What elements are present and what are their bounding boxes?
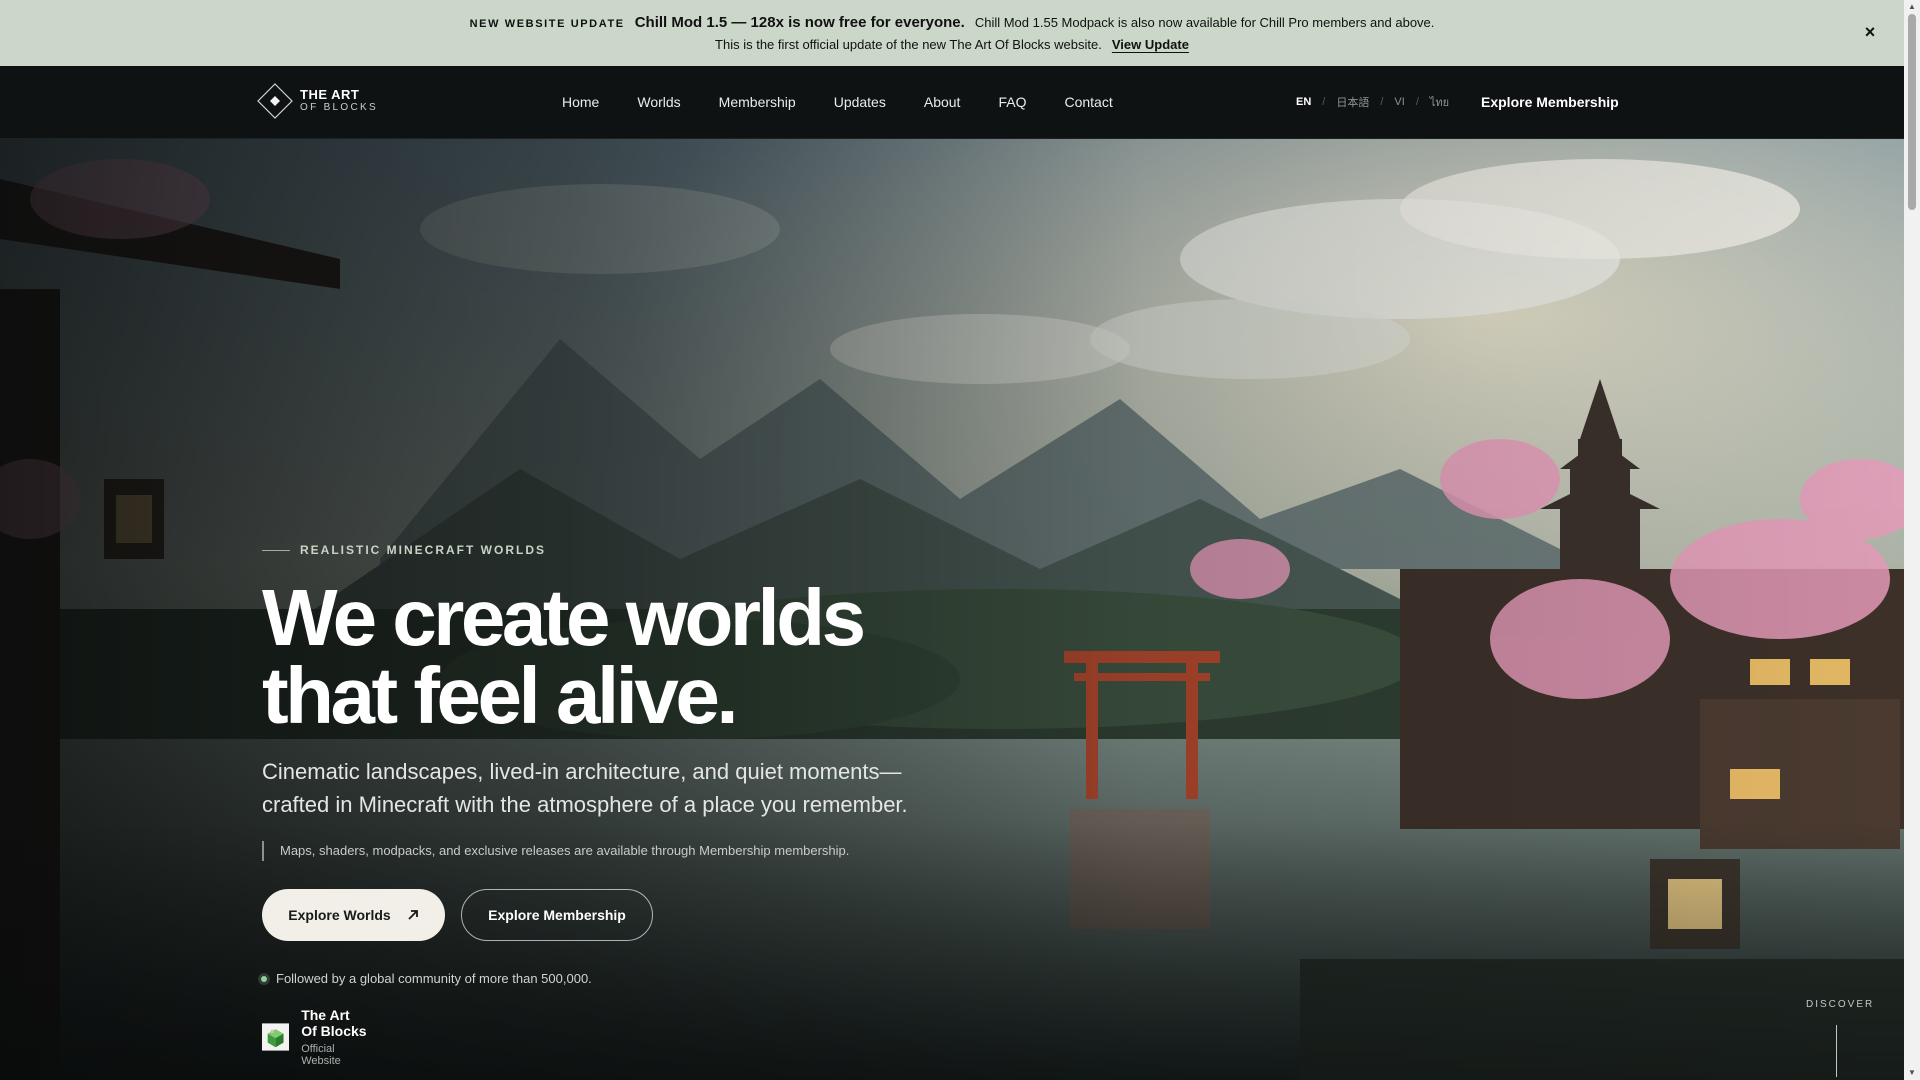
- hero-subtitle-line-1: Cinematic landscapes, lived-in architect…: [262, 759, 902, 784]
- hero-eyebrow: REALISTIC MINECRAFT WORLDS: [262, 543, 546, 557]
- arrow-up-right-icon: [408, 910, 418, 920]
- logo-line-1: THE ART: [300, 87, 360, 102]
- badge-subtitle: Official Website: [301, 1043, 341, 1067]
- announcement-row-2: This is the first official update of the…: [715, 37, 1189, 52]
- eyebrow-text: REALISTIC MINECRAFT WORLDS: [300, 543, 546, 557]
- community-stat: Followed by a global community of more t…: [258, 971, 592, 986]
- nav-item-updates[interactable]: Updates: [834, 94, 886, 110]
- lang-ja[interactable]: 日本語: [1336, 94, 1369, 110]
- announcement-tag: NEW WEBSITE UPDATE: [469, 18, 625, 30]
- nav-item-membership[interactable]: Membership: [719, 94, 796, 110]
- announcement-headline: Chill Mod 1.5 — 128x is now free for eve…: [634, 14, 965, 31]
- diamond-logo-icon: [257, 83, 293, 119]
- official-badge[interactable]: The Art Of Blocks Official Website: [262, 1007, 368, 1067]
- main-menu: Home Worlds Membership Updates About FAQ…: [562, 66, 1113, 138]
- lang-vi[interactable]: VI: [1394, 96, 1404, 108]
- membership-note: Maps, shaders, modpacks, and exclusive r…: [262, 841, 849, 861]
- explore-worlds-label: Explore Worlds: [288, 907, 391, 923]
- site-logo[interactable]: THE ART OF BLOCKS: [256, 82, 378, 120]
- nav-item-about[interactable]: About: [924, 94, 961, 110]
- logo-text: THE ART OF BLOCKS: [300, 88, 378, 114]
- lang-separator: /: [1415, 96, 1419, 108]
- scrollbar-thumb[interactable]: [1908, 14, 1916, 210]
- navbar: THE ART OF BLOCKS Home Worlds Membership…: [0, 66, 1904, 139]
- nav-item-contact[interactable]: Contact: [1064, 94, 1112, 110]
- nav-item-faq[interactable]: FAQ: [998, 94, 1026, 110]
- lang-th[interactable]: ไทย: [1430, 93, 1449, 111]
- badge-text: The Art Of Blocks Official Website: [301, 1007, 368, 1067]
- hero-title-line-2: that feel alive.: [262, 651, 739, 740]
- explore-worlds-button[interactable]: Explore Worlds: [262, 889, 445, 941]
- lang-separator: /: [1322, 96, 1326, 108]
- page-scrollbar[interactable]: ▲ ▼: [1904, 0, 1920, 1080]
- badge-title: The Art Of Blocks: [301, 1007, 367, 1039]
- logo-line-2: OF BLOCKS: [300, 102, 378, 113]
- lang-separator: /: [1380, 96, 1384, 108]
- community-text: Followed by a global community of more t…: [276, 971, 592, 986]
- eyebrow-line: [262, 549, 290, 551]
- announcement-line-2: This is the first official update of the…: [715, 37, 1102, 52]
- nav-explore-membership-button[interactable]: Explore Membership: [1481, 66, 1619, 138]
- scroll-up-icon[interactable]: ▲: [1904, 0, 1920, 14]
- hero-title: We create worlds that feel alive.: [262, 573, 962, 740]
- online-dot-icon: [258, 972, 270, 985]
- hero-subtitle: Cinematic landscapes, lived-in architect…: [262, 755, 982, 821]
- announcement-row-1: NEW WEBSITE UPDATE Chill Mod 1.5 — 128x …: [470, 14, 1435, 31]
- hero-subtitle-line-2: crafted in Minecraft with the atmosphere…: [262, 792, 908, 817]
- block-thumbnail-icon: [262, 1023, 290, 1051]
- nav-item-home[interactable]: Home: [562, 94, 599, 110]
- nav-item-worlds[interactable]: Worlds: [637, 94, 680, 110]
- close-icon[interactable]: ×: [1862, 23, 1878, 41]
- hero-section: REALISTIC MINECRAFT WORLDS We create wor…: [0, 139, 1904, 1080]
- hero-title-line-1: We create worlds: [262, 573, 866, 662]
- language-switcher: EN / 日本語 / VI / ไทย: [1296, 66, 1449, 138]
- scroll-indicator-line: [1836, 1025, 1837, 1077]
- discover-label[interactable]: DISCOVER: [1806, 999, 1874, 1010]
- lang-en[interactable]: EN: [1296, 96, 1311, 108]
- announcement-detail: Chill Mod 1.55 Modpack is also now avail…: [974, 15, 1435, 30]
- announcement-bar: NEW WEBSITE UPDATE Chill Mod 1.5 — 128x …: [0, 0, 1904, 66]
- view-update-link[interactable]: View Update: [1112, 37, 1189, 52]
- scroll-down-icon[interactable]: ▼: [1904, 1066, 1920, 1080]
- explore-membership-button[interactable]: Explore Membership: [461, 889, 653, 941]
